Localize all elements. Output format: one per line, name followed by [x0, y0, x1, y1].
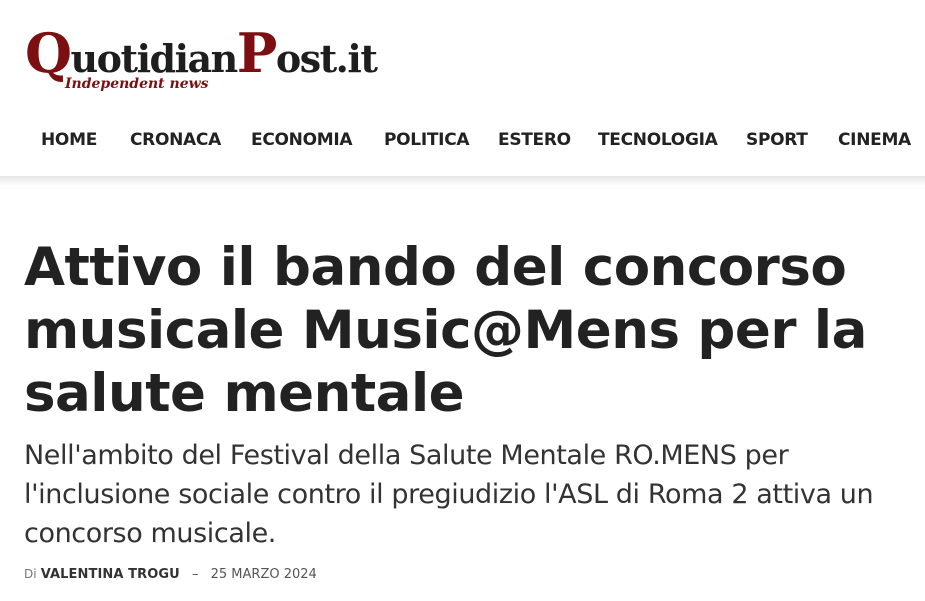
header-divider: [0, 176, 925, 186]
site-logo[interactable]: QuotidianPost.it Independent news: [25, 24, 425, 99]
main-nav: HOME CRONACA ECONOMIA POLITICA ESTERO TE…: [0, 120, 925, 162]
author-link[interactable]: VALENTINA TROGU: [41, 567, 180, 582]
nav-item-politica[interactable]: POLITICA: [384, 130, 470, 150]
nav-item-estero[interactable]: ESTERO: [498, 130, 571, 150]
byline-prefix: Di: [24, 567, 37, 581]
article-title: Attivo il bando del concorso musicale Mu…: [24, 237, 867, 424]
nav-item-home[interactable]: HOME: [41, 130, 97, 150]
meta-separator: –: [191, 567, 199, 582]
nav-item-cronaca[interactable]: CRONACA: [130, 130, 221, 150]
site-header: QuotidianPost.it Independent news HOME C…: [0, 0, 925, 186]
nav-item-tecnologia[interactable]: TECNOLOGIA: [598, 130, 718, 150]
logo-tagline: Independent news: [65, 76, 209, 92]
logo-wordmark: QuotidianPost.it: [25, 21, 378, 85]
article-meta: Di VALENTINA TROGU – 25 MARZO 2024: [24, 567, 904, 582]
nav-item-cinema[interactable]: CINEMA: [838, 130, 911, 150]
nav-item-economia[interactable]: ECONOMIA: [251, 130, 353, 150]
publish-date: 25 MARZO 2024: [210, 567, 317, 582]
nav-item-sport[interactable]: SPORT: [746, 130, 808, 150]
article: Attivo il bando del concorso musicale Mu…: [24, 236, 904, 582]
article-subtitle: Nell'ambito del Festival della Salute Me…: [24, 440, 874, 549]
